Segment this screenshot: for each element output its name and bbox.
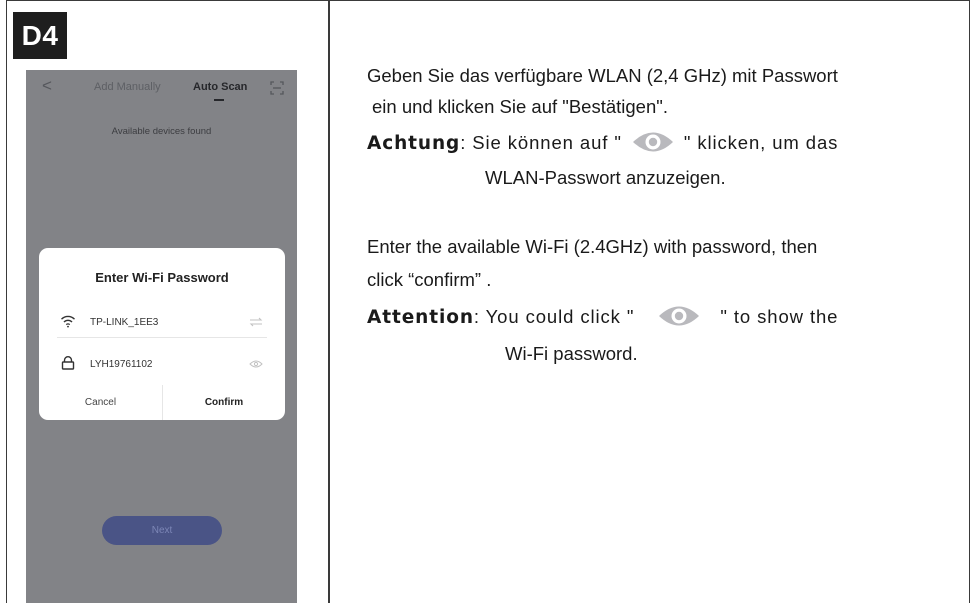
next-button[interactable]: Next: [102, 516, 222, 545]
password-row[interactable]: LYH19761102: [57, 350, 267, 380]
english-attention-line-2: Wi-Fi password.: [505, 343, 638, 364]
phone-screenshot: < Add Manually Auto Scan Available devic…: [26, 70, 297, 603]
show-password-icon[interactable]: [249, 359, 263, 369]
eye-icon: [659, 306, 700, 326]
german-attention-line-2: WLAN-Passwort anzuzeigen.: [485, 167, 726, 188]
english-attention-line: Attention: You could click " " to show t…: [367, 305, 838, 331]
tab-add-manually[interactable]: Add Manually: [94, 81, 161, 93]
english-attention-before: : You could click ": [473, 305, 635, 327]
english-attention-label: Attention: [367, 306, 474, 328]
wifi-icon: [60, 315, 76, 328]
german-attention-before: : Sie können auf ": [460, 131, 622, 153]
english-line-2: click “confirm” .: [367, 269, 492, 290]
step-badge: D4: [13, 12, 67, 59]
german-attention-label: Achtung: [367, 132, 461, 154]
german-attention-after: " klicken, um das: [683, 131, 839, 153]
german-attention-line: Achtung: Sie können auf " " klicken, um …: [367, 131, 838, 157]
phone-top-bar: < Add Manually Auto Scan: [26, 70, 297, 106]
available-devices-text: Available devices found: [111, 126, 212, 137]
wifi-password-dialog: Enter Wi-Fi Password TP-LINK_1EE3 LYH197…: [39, 248, 285, 420]
column-divider: [328, 0, 330, 603]
english-line-1: Enter the available Wi-Fi (2.4GHz) with …: [367, 236, 818, 257]
password-value: LYH19761102: [90, 359, 153, 370]
scan-icon[interactable]: [270, 81, 284, 95]
cancel-button[interactable]: Cancel: [39, 397, 162, 408]
ssid-row[interactable]: TP-LINK_1EE3: [57, 308, 267, 338]
lock-icon: [61, 356, 75, 370]
switch-network-icon[interactable]: [249, 317, 263, 327]
confirm-button[interactable]: Confirm: [163, 397, 285, 408]
dialog-title: Enter Wi-Fi Password: [95, 270, 229, 285]
german-line-2: ein und klicken Sie auf "Bestätigen".: [372, 96, 668, 117]
german-line-1: Geben Sie das verfügbare WLAN (2,4 GHz) …: [367, 65, 838, 86]
tab-auto-scan[interactable]: Auto Scan: [193, 81, 247, 93]
eye-icon: [632, 132, 673, 152]
english-attention-after: " to show the: [720, 305, 839, 327]
back-icon[interactable]: <: [42, 76, 52, 96]
tab-underline: [214, 99, 224, 101]
ssid-value: TP-LINK_1EE3: [90, 317, 159, 328]
